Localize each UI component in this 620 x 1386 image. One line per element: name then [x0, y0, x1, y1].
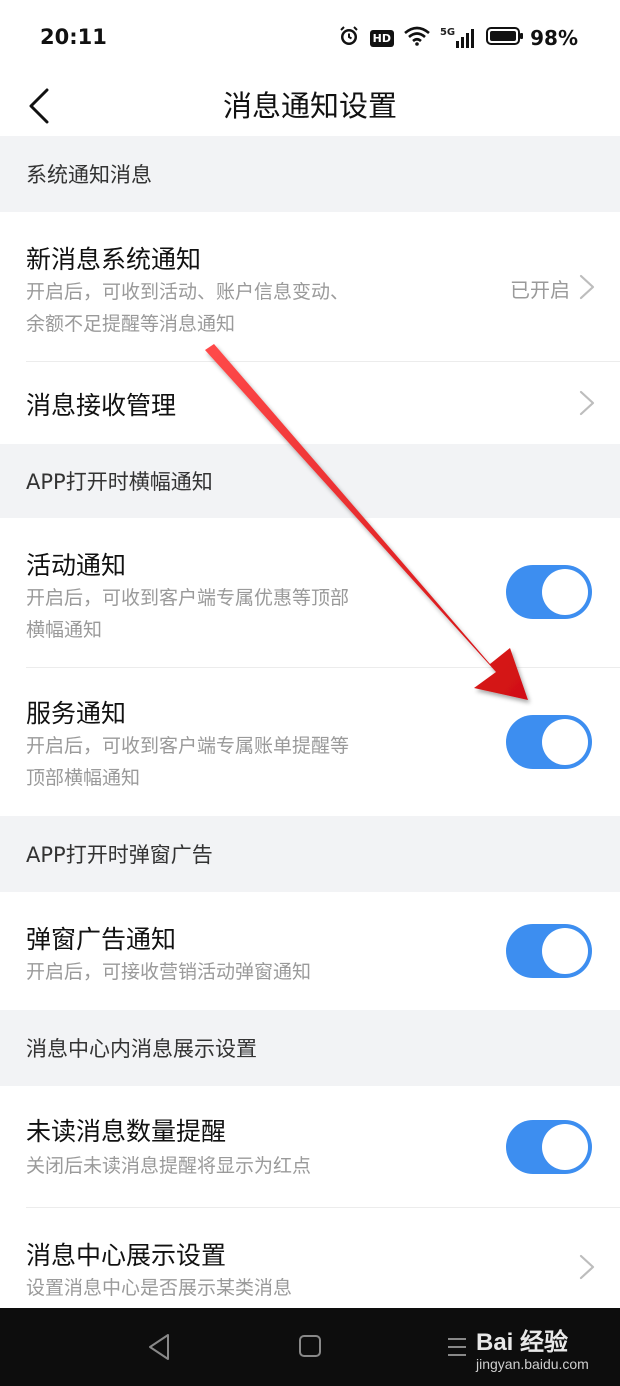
- row-new-message-notification[interactable]: 新消息系统通知 开启后，可收到活动、账户信息变动、 余额不足提醒等消息通知 已开…: [0, 212, 620, 362]
- wifi-icon: [404, 26, 430, 50]
- status-bar: 20:11 HD 5G 98%: [0, 0, 620, 76]
- page-title: 消息通知设置: [222, 89, 397, 123]
- row-description-line1: 设置消息中心是否展示某类消息: [26, 1277, 293, 1299]
- section-header-message-center: 消息中心内消息展示设置: [0, 1010, 620, 1086]
- baidu-jingyan-watermark: Bai 经验: [476, 1329, 569, 1356]
- row-title: 消息接收管理: [26, 391, 177, 420]
- chevron-right-icon: [579, 1254, 595, 1280]
- back-button[interactable]: [14, 76, 64, 136]
- toggle-knob: [542, 1124, 588, 1170]
- row-title: 未读消息数量提醒: [26, 1117, 227, 1146]
- battery-percent: 98%: [530, 26, 578, 50]
- section-header-popup: APP打开时弹窗广告: [0, 816, 620, 892]
- alarm-icon: [338, 25, 360, 51]
- row-service-notification: 服务通知 开启后，可收到客户端专属账单提醒等 顶部横幅通知: [0, 668, 620, 816]
- row-activity-notification: 活动通知 开启后，可收到客户端专属优惠等顶部 横幅通知: [0, 518, 620, 668]
- 5g-signal-icon: 5G: [440, 28, 476, 48]
- chevron-right-icon: [579, 274, 595, 300]
- system-navigation-bar: Bai 经验 jingyan.baidu.com: [0, 1308, 620, 1386]
- row-description-line1: 开启后，可收到活动、账户信息变动、: [26, 281, 350, 303]
- row-title: 弹窗广告通知: [26, 925, 177, 954]
- toggle-knob: [542, 928, 588, 974]
- row-description-line1: 开启后，可接收营销活动弹窗通知: [26, 961, 312, 983]
- status-icons: HD 5G 98%: [328, 22, 578, 54]
- activity-notification-toggle[interactable]: [506, 565, 592, 619]
- nav-bar: 消息通知设置: [0, 76, 620, 136]
- watermark-url: jingyan.baidu.com: [476, 1356, 589, 1372]
- toggle-knob: [542, 569, 588, 615]
- row-description-line1: 关闭后未读消息提醒将显示为红点: [26, 1155, 312, 1177]
- chevron-right-icon: [579, 390, 595, 416]
- unread-reminder-toggle[interactable]: [506, 1120, 592, 1174]
- row-message-receive-management[interactable]: 消息接收管理: [0, 362, 620, 444]
- system-back-icon[interactable]: [146, 1332, 172, 1362]
- system-home-icon[interactable]: [298, 1334, 322, 1358]
- service-notification-toggle[interactable]: [506, 715, 592, 769]
- battery-icon: [486, 26, 524, 50]
- row-unread-count-reminder: 未读消息数量提醒 关闭后未读消息提醒将显示为红点: [0, 1086, 620, 1208]
- row-title: 活动通知: [26, 551, 127, 580]
- row-title: 消息中心展示设置: [26, 1241, 227, 1270]
- row-description-line2: 横幅通知: [26, 619, 103, 641]
- row-description-line2: 顶部横幅通知: [26, 767, 141, 789]
- row-description-line2: 余额不足提醒等消息通知: [26, 313, 236, 335]
- section-header-banner: APP打开时横幅通知: [0, 444, 620, 518]
- status-text: 已开启: [510, 278, 570, 302]
- hd-icon: HD: [369, 29, 394, 47]
- row-message-center-display-settings[interactable]: 消息中心展示设置 设置消息中心是否展示某类消息: [0, 1208, 620, 1308]
- row-description-line1: 开启后，可收到客户端专属优惠等顶部: [26, 587, 350, 609]
- section-header-system: 系统通知消息: [0, 136, 620, 212]
- row-title: 新消息系统通知: [26, 245, 202, 274]
- popup-ad-notification-toggle[interactable]: [506, 924, 592, 978]
- status-time: 20:11: [40, 25, 107, 49]
- toggle-knob: [542, 719, 588, 765]
- row-popup-ad-notification: 弹窗广告通知 开启后，可接收营销活动弹窗通知: [0, 892, 620, 1010]
- row-title: 服务通知: [26, 699, 127, 728]
- system-menu-icon[interactable]: [446, 1336, 468, 1358]
- chevron-left-icon: [29, 88, 49, 124]
- row-description-line1: 开启后，可收到客户端专属账单提醒等: [26, 735, 350, 757]
